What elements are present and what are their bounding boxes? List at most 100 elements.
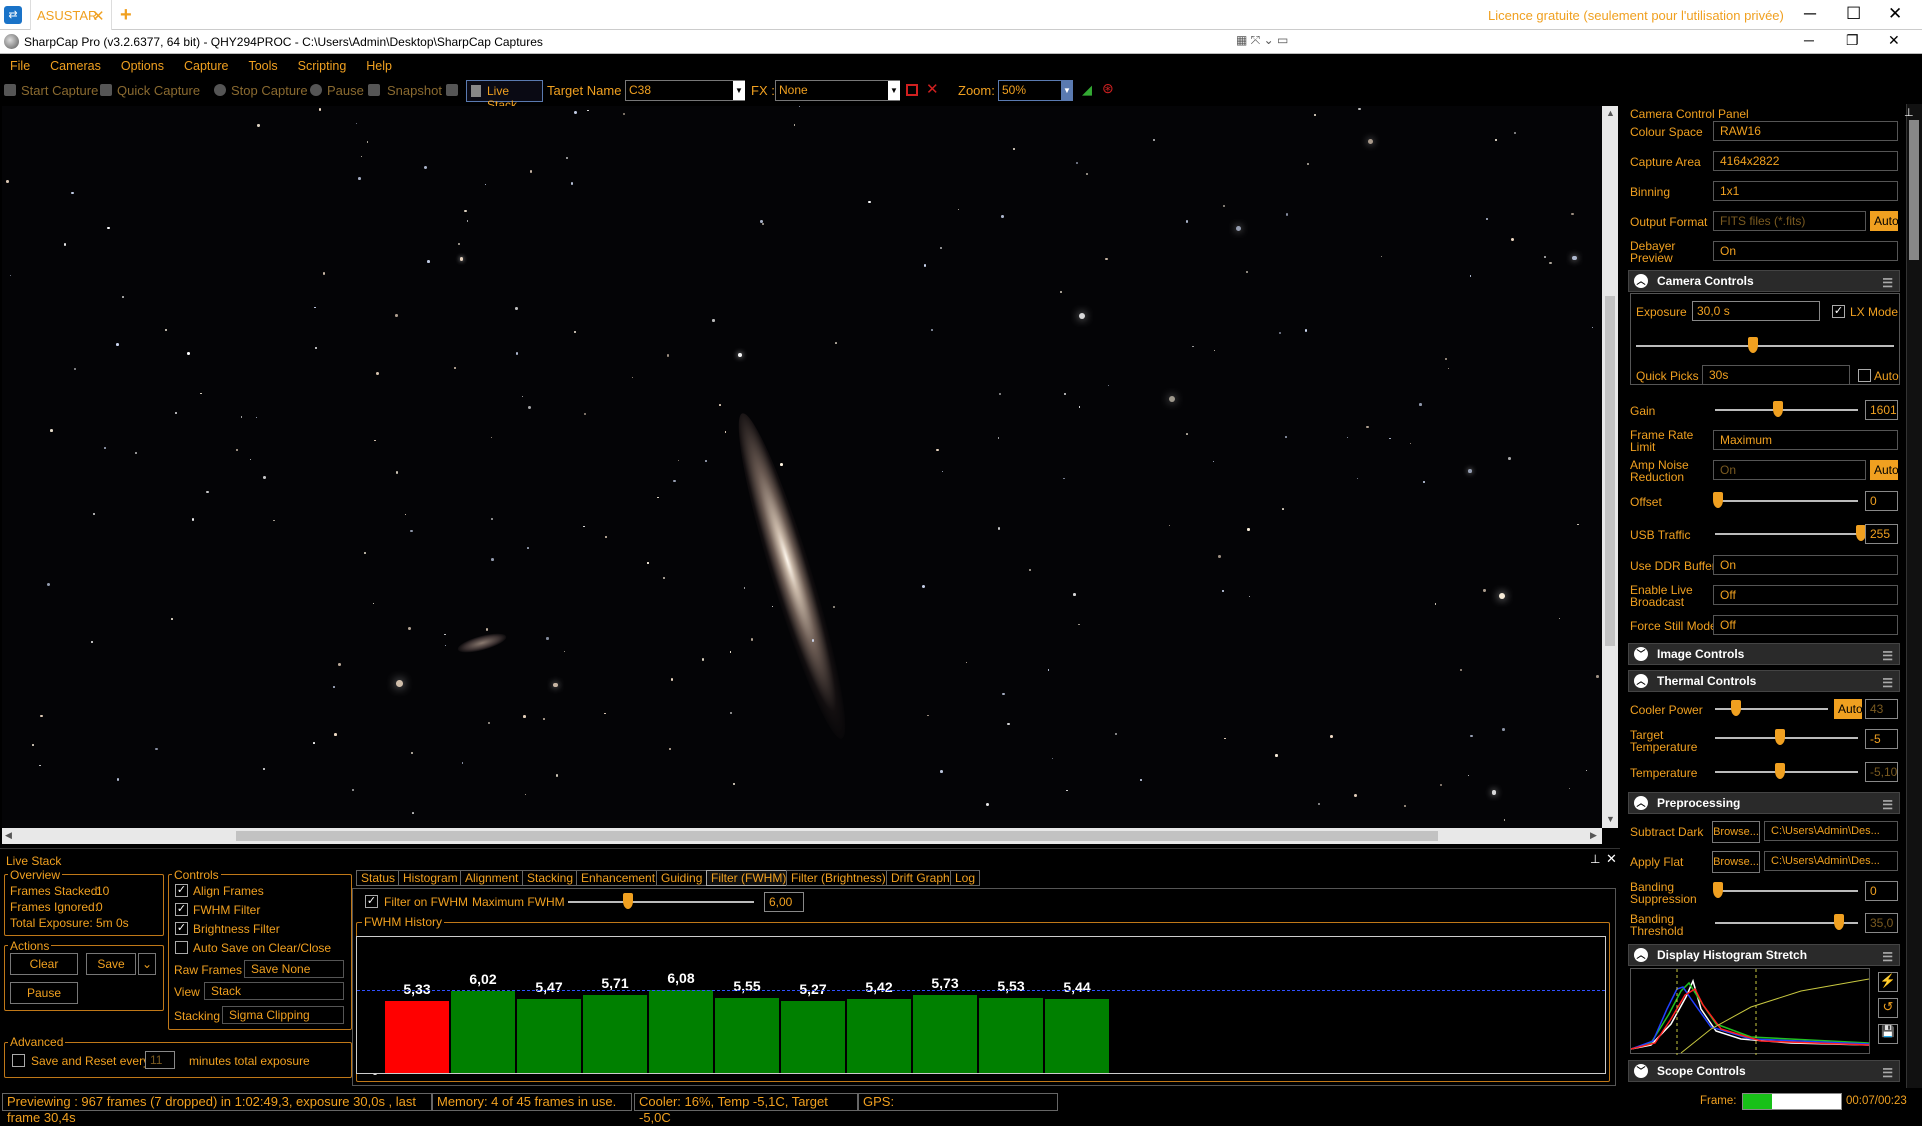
- lx-mode-checkbox[interactable]: ✓: [1832, 305, 1845, 318]
- app-close-icon[interactable]: ✕: [1888, 32, 1900, 49]
- ddr-buffer-select[interactable]: On: [1713, 555, 1898, 575]
- scroll-left-icon[interactable]: ◀: [5, 830, 12, 841]
- tab-enhancement[interactable]: Enhancement: [576, 870, 661, 886]
- auto-stretch-icon[interactable]: ⚡: [1878, 972, 1898, 992]
- menu-capture[interactable]: Capture: [174, 59, 238, 73]
- horizontal-scroll-thumb[interactable]: [236, 831, 1438, 841]
- remote-toolbar-icons[interactable]: ▦ ⤧ ⌄ ▭: [1236, 33, 1306, 51]
- chevron-down-icon[interactable]: ▼: [733, 81, 745, 100]
- camera-controls-header[interactable]: ︿ Camera Controls ☰: [1628, 270, 1900, 292]
- snapshot-button[interactable]: Snapshot: [387, 83, 442, 98]
- minutes-input[interactable]: 11: [145, 1051, 175, 1069]
- exposure-input[interactable]: 30,0 s: [1692, 301, 1820, 321]
- menu-tools[interactable]: Tools: [238, 59, 287, 73]
- quick-picks-auto-checkbox[interactable]: [1858, 369, 1871, 382]
- reset-stretch-icon[interactable]: ↺: [1878, 998, 1898, 1018]
- raw-frames-select[interactable]: Save None: [244, 960, 344, 978]
- pause-stack-button[interactable]: Pause: [10, 982, 78, 1004]
- pin-icon[interactable]: ⊥: [1904, 106, 1914, 119]
- fx-combo[interactable]: None: [775, 80, 900, 101]
- window-close-icon[interactable]: ✕: [1888, 4, 1902, 24]
- tab-alignment[interactable]: Alignment: [460, 870, 524, 886]
- stacking-select[interactable]: Sigma Clipping: [222, 1006, 344, 1024]
- banding-thr-input[interactable]: 35,0: [1865, 913, 1898, 933]
- app-minimize-icon[interactable]: ─: [1804, 32, 1814, 48]
- histogram-display[interactable]: [1630, 968, 1870, 1055]
- menu-file[interactable]: File: [0, 59, 40, 73]
- banding-supp-input[interactable]: 0: [1865, 881, 1898, 901]
- tab-guiding[interactable]: Guiding: [656, 870, 708, 886]
- reticle-icon[interactable]: ✕: [926, 80, 939, 98]
- gain-input[interactable]: 1601: [1865, 400, 1898, 420]
- offset-slider-track[interactable]: [1715, 500, 1858, 502]
- camera-preview-image[interactable]: [2, 106, 1602, 828]
- gain-slider-thumb[interactable]: [1773, 401, 1783, 417]
- app-restore-icon[interactable]: ❐: [1846, 32, 1859, 49]
- banding-supp-slider-thumb[interactable]: [1713, 882, 1723, 898]
- menu-scripting[interactable]: Scripting: [288, 59, 357, 73]
- cooler-slider-thumb[interactable]: [1731, 700, 1741, 716]
- target-temp-input[interactable]: -5: [1865, 729, 1898, 749]
- panel-scroll-thumb[interactable]: [1909, 120, 1919, 260]
- subtract-dark-browse-button[interactable]: Browse...: [1712, 821, 1760, 843]
- menu-cameras[interactable]: Cameras: [40, 59, 111, 73]
- banding-thr-slider-thumb[interactable]: [1834, 914, 1844, 930]
- gain-slider-track[interactable]: [1715, 409, 1858, 411]
- histogram-icon[interactable]: ◢: [1082, 82, 1092, 98]
- brightness-filter-checkbox[interactable]: ✓: [175, 922, 188, 935]
- tab-histogram[interactable]: Histogram: [398, 870, 463, 886]
- output-format-select[interactable]: FITS files (*.fits): [1713, 211, 1866, 231]
- usb-input[interactable]: 255: [1865, 524, 1898, 544]
- focus-assist-icon[interactable]: ⊛: [1102, 80, 1114, 97]
- save-reset-checkbox[interactable]: [12, 1054, 25, 1067]
- offset-slider-thumb[interactable]: [1713, 492, 1723, 508]
- amp-noise-auto-button[interactable]: Auto: [1870, 460, 1899, 480]
- exposure-slider-thumb[interactable]: [1748, 337, 1758, 353]
- exposure-slider-track[interactable]: [1636, 345, 1894, 347]
- apply-flat-path[interactable]: C:\Users\Admin\Des...: [1764, 851, 1898, 871]
- minimize-icon[interactable]: ─: [1804, 4, 1816, 24]
- scroll-right-icon[interactable]: ▶: [1590, 830, 1597, 841]
- subtract-dark-path[interactable]: C:\Users\Admin\Des...: [1764, 821, 1898, 841]
- align-frames-checkbox[interactable]: ✓: [175, 884, 188, 897]
- scroll-down-icon[interactable]: ▼: [1606, 814, 1615, 824]
- chevron-down-icon[interactable]: ▼: [1061, 81, 1073, 100]
- selection-rect-icon[interactable]: [906, 84, 918, 96]
- filter-on-fwhm-checkbox[interactable]: ✓: [365, 895, 378, 908]
- binning-select[interactable]: 1x1: [1713, 181, 1898, 201]
- thermal-controls-header[interactable]: ︿ Thermal Controls ☰: [1628, 670, 1900, 692]
- settings-icon[interactable]: [446, 84, 458, 96]
- menu-options[interactable]: Options: [111, 59, 174, 73]
- chevron-down-icon[interactable]: ▼: [888, 81, 900, 100]
- output-format-auto-button[interactable]: Auto: [1870, 211, 1899, 231]
- close-icon[interactable]: ✕: [1606, 851, 1617, 867]
- tab-drift-graph[interactable]: Drift Graph: [886, 870, 955, 886]
- max-fwhm-slider-thumb[interactable]: [623, 893, 633, 909]
- pin-icon[interactable]: ⊥: [1590, 852, 1600, 866]
- banding-supp-slider-track[interactable]: [1715, 890, 1858, 892]
- tab-log[interactable]: Log: [950, 870, 981, 886]
- vertical-scroll-thumb[interactable]: [1605, 296, 1615, 646]
- tab-filter-brightness[interactable]: Filter (Brightness): [786, 870, 891, 886]
- save-stretch-icon[interactable]: 💾: [1878, 1024, 1898, 1044]
- save-dropdown-icon[interactable]: ⌄: [138, 953, 156, 975]
- debayer-select[interactable]: On: [1713, 241, 1898, 261]
- cooler-power-input[interactable]: 43: [1865, 699, 1898, 719]
- view-select[interactable]: Stack: [204, 982, 344, 1000]
- apply-flat-browse-button[interactable]: Browse...: [1712, 851, 1760, 873]
- new-tab-icon[interactable]: +: [120, 4, 132, 27]
- save-button[interactable]: Save: [86, 953, 136, 975]
- max-fwhm-slider-track[interactable]: [568, 901, 754, 903]
- close-icon[interactable]: ✕: [92, 7, 105, 25]
- stop-capture-button[interactable]: Stop Capture: [231, 83, 308, 98]
- live-stack-button[interactable]: Live Stack: [466, 80, 543, 112]
- autosave-checkbox[interactable]: [175, 941, 188, 954]
- force-still-select[interactable]: Off: [1713, 615, 1898, 635]
- capture-area-select[interactable]: 4164x2822: [1713, 151, 1898, 171]
- tab-filter-fwhm[interactable]: Filter (FWHM): [706, 870, 792, 886]
- clear-button[interactable]: Clear: [10, 953, 78, 975]
- usb-slider-track[interactable]: [1715, 533, 1858, 535]
- start-capture-button[interactable]: Start Capture: [21, 83, 98, 98]
- live-broadcast-select[interactable]: Off: [1713, 585, 1898, 605]
- scroll-up-icon[interactable]: ▲: [1606, 108, 1615, 118]
